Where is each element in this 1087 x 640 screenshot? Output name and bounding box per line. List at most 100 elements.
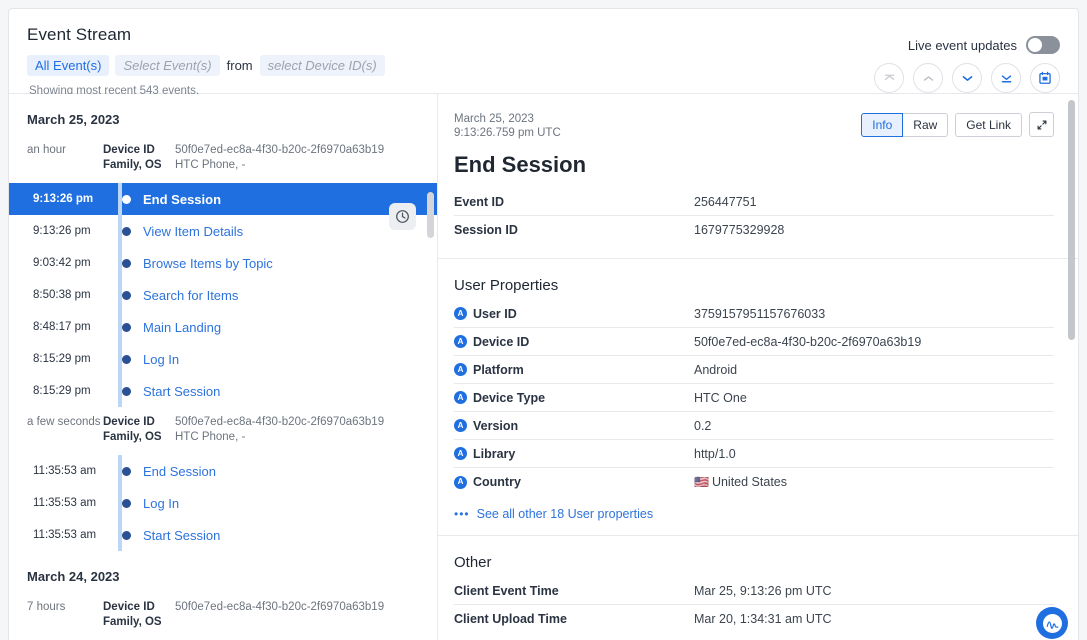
expand-icon-button[interactable] (1029, 112, 1054, 137)
property-value: Android (694, 362, 738, 377)
event-name[interactable]: Search for Items (143, 288, 238, 303)
timeline-event-row[interactable]: 8:15:29 pm Log In (9, 343, 437, 375)
event-name[interactable]: Log In (143, 496, 179, 511)
event-stream-card: Event Stream All Event(s) Select Event(s… (8, 8, 1079, 640)
next-event-button[interactable] (952, 63, 982, 93)
detail-core-section: March 25, 2023 9:13:26.759 pm UTC Info R… (438, 94, 1078, 258)
event-dot-cell (109, 530, 143, 540)
event-name[interactable]: Start Session (143, 528, 220, 543)
event-name[interactable]: End Session (143, 192, 221, 207)
property-key: Client Upload Time (454, 612, 567, 626)
session-values: 50f0e7ed-ec8a-4f30-b20c-2f6970a63b19 HTC … (175, 416, 385, 443)
country-flag-icon: 🇺🇸 (694, 475, 709, 489)
session-event-list: 9:13:26 pm End Session 9:13:26 pm View Item… (9, 183, 437, 407)
timeline-event-row[interactable]: 8:15:29 pm Start Session (9, 375, 437, 407)
event-time: 8:48:17 pm (33, 321, 91, 333)
user-property-icon: A (454, 419, 467, 432)
timeline-event-row[interactable]: 9:13:26 pm View Item Details (9, 215, 437, 247)
timeline-event-row[interactable]: 11:35:53 am Start Session (9, 519, 437, 551)
left-scrollbar-thumb[interactable] (427, 192, 434, 238)
property-row: A Version 0.2 (454, 412, 1054, 440)
user-properties-section: User Properties A User ID 3759157951157676… (438, 258, 1078, 535)
live-updates-toggle[interactable] (1026, 36, 1060, 54)
event-dot-cell (109, 290, 143, 300)
calendar-button[interactable] (1030, 63, 1060, 93)
info-raw-segmented: Info Raw (861, 112, 949, 137)
event-dot-cell (109, 466, 143, 476)
event-name[interactable]: Log In (143, 352, 179, 367)
body-split: March 25, 2023 an hour Device ID Family, OS… (9, 93, 1078, 640)
timeline-event-row-selected[interactable]: 9:13:26 pm End Session (9, 183, 437, 215)
see-all-user-properties-link[interactable]: ••• See all other 18 User properties (454, 496, 1054, 521)
jump-to-newest-button[interactable] (874, 63, 904, 93)
event-name[interactable]: End Session (143, 464, 216, 479)
event-time: 9:13:26 pm (33, 193, 94, 205)
header: Event Stream All Event(s) Select Event(s… (9, 9, 1078, 97)
timeline-dot-icon (121, 258, 131, 268)
event-name[interactable]: View Item Details (143, 224, 243, 239)
property-value: HTC One (694, 390, 747, 405)
property-key: A User ID (454, 307, 694, 321)
timeline-dot-icon (121, 322, 131, 332)
see-all-label: See all other 18 User properties (476, 507, 654, 521)
user-properties-table: A User ID 3759157951157676033 A Device ID 50f… (454, 300, 1054, 496)
event-name[interactable]: Main Landing (143, 320, 221, 335)
detail-time: 9:13:26.759 pm UTC (454, 127, 561, 139)
property-value: 0.2 (694, 418, 712, 433)
event-dot-cell (109, 194, 143, 204)
property-key: A Library (454, 447, 694, 461)
user-property-icon: A (454, 475, 467, 489)
property-value: 🇺🇸 United States (694, 475, 787, 489)
property-key: A Platform (454, 363, 694, 377)
event-time: 11:35:53 am (33, 497, 97, 509)
session-device-block: an hour Device ID Family, OS 50f0e7ed-ec8a-… (9, 135, 437, 183)
chip-all-events[interactable]: All Event(s) (27, 55, 110, 76)
chip-select-events[interactable]: Select Event(s) (115, 55, 220, 76)
timeline-list: March 25, 2023 an hour Device ID Family, OS… (9, 94, 437, 640)
get-link-button[interactable]: Get Link (955, 112, 1022, 137)
previous-event-button[interactable] (913, 63, 943, 93)
session-device-block: 7 hours Device ID Family, OS 50f0e7ed-ec8a-… (9, 592, 437, 640)
timeline-event-row[interactable]: 11:35:53 am End Session (9, 455, 437, 487)
timeline-dot-icon (121, 226, 131, 236)
user-properties-title: User Properties (454, 277, 559, 294)
timeline-date-header: March 25, 2023 (27, 112, 120, 127)
property-row: Client Upload Time Mar 20, 1:34:31 am UTC (454, 605, 1054, 633)
event-dot-cell (109, 258, 143, 268)
jump-to-oldest-button[interactable] (991, 63, 1021, 93)
tab-raw[interactable]: Raw (903, 112, 949, 137)
property-value: Mar 20, 1:34:31 am UTC (694, 612, 832, 626)
toggle-knob (1028, 38, 1042, 52)
detail-event-title: End Session (454, 152, 587, 177)
user-property-icon: A (454, 307, 467, 320)
property-row: A Platform Android (454, 356, 1054, 384)
chip-select-device-ids[interactable]: select Device ID(s) (259, 55, 385, 76)
timeline-event-row[interactable]: 9:03:42 pm Browse Items by Topic (9, 247, 437, 279)
event-detail-panel: March 25, 2023 9:13:26.759 pm UTC Info R… (438, 94, 1078, 640)
session-event-list: 11:35:53 am End Session 11:35:53 am Log In 1… (9, 455, 437, 551)
user-property-icon: A (454, 335, 467, 348)
right-scrollbar-thumb[interactable] (1068, 100, 1075, 340)
page-title: Event Stream (27, 25, 132, 44)
live-updates-control: Live event updates (908, 36, 1060, 54)
session-relative-time: a few seconds (27, 416, 101, 428)
tab-info[interactable]: Info (861, 112, 904, 137)
property-key: A Device ID (454, 335, 694, 349)
property-key: Session ID (454, 223, 518, 237)
app-root: Event Stream All Event(s) Select Event(s… (0, 0, 1087, 640)
event-name[interactable]: Start Session (143, 384, 220, 399)
clock-icon-button[interactable] (389, 203, 416, 230)
timeline-event-row[interactable]: 8:48:17 pm Main Landing (9, 311, 437, 343)
timeline-event-row[interactable]: 11:35:53 am Log In (9, 487, 437, 519)
timeline-event-row[interactable]: 8:50:38 pm Search for Items (9, 279, 437, 311)
detail-header: March 25, 2023 9:13:26.759 pm UTC Info R… (454, 112, 1054, 140)
property-row: A Device ID 50f0e7ed-ec8a-4f30-b20c-2f6970… (454, 328, 1054, 356)
event-name[interactable]: Browse Items by Topic (143, 256, 273, 271)
amplitude-help-button[interactable] (1036, 607, 1068, 639)
detail-timestamp: March 25, 2023 9:13:26.759 pm UTC (454, 112, 861, 140)
property-row: A Library http/1.0 (454, 440, 1054, 468)
event-time: 9:13:26 pm (33, 225, 91, 237)
property-row: Session ID 1679775329928 (454, 216, 1054, 244)
event-dot-cell (109, 354, 143, 364)
user-property-icon: A (454, 391, 467, 404)
